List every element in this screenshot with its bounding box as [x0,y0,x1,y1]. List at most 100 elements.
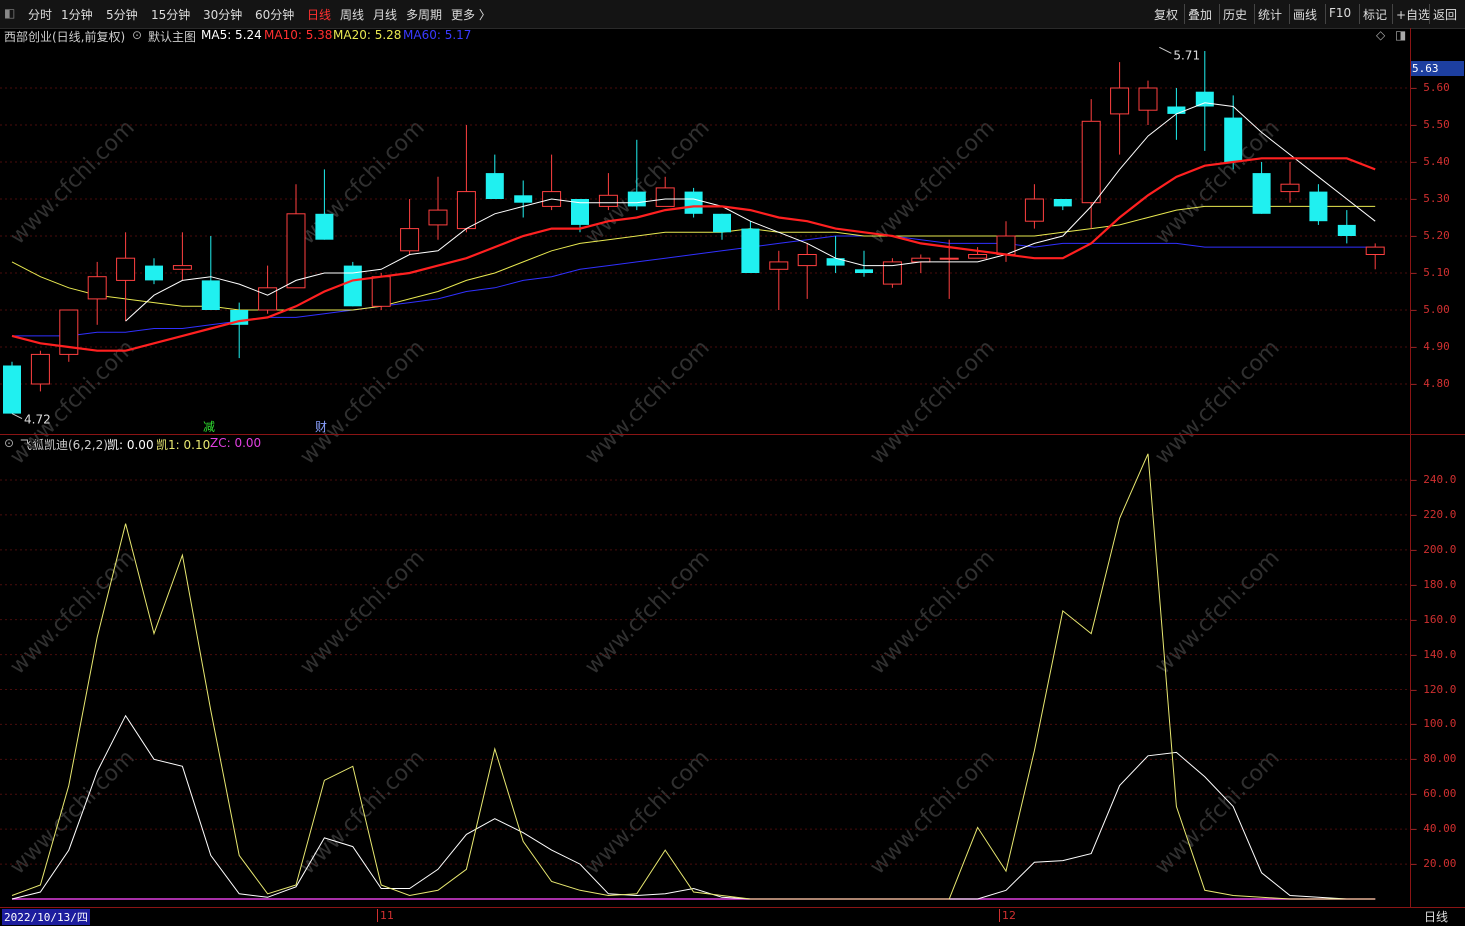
period-tab-2[interactable]: 5分钟 [106,6,138,23]
candle-body [3,365,21,414]
period-tab-9[interactable]: 多周期 [406,6,442,23]
candle [514,180,533,218]
candle [1309,184,1328,225]
indicator-tick: — 20.00 [1410,857,1457,871]
indicator-tick-label: 100.0 [1423,717,1457,731]
series-line-凯1 [11,453,1376,900]
period-tab-5[interactable]: 60分钟 [255,6,294,23]
candle [1252,162,1271,214]
candle-body [428,209,448,226]
candle-body [713,213,731,233]
price-tick-label: 4.90 [1423,340,1450,353]
collapse-icon[interactable]: ◧ [4,6,15,20]
price-tick-label: 5.60 [1423,81,1450,94]
candle-body [741,228,760,273]
template-icon[interactable]: ⊙ [132,28,142,42]
price-tick: — 5.60 [1410,81,1450,94]
indicator-tick: — 240.0 [1410,473,1457,486]
event-marker-finance: 财 [315,420,327,434]
candle [59,309,79,362]
candle [797,243,817,299]
indicator-tick: — 200.0 [1410,542,1457,556]
candle-body [315,213,334,240]
high-pointer [1159,46,1172,54]
period-toolbar: ◧ 分时 1分钟 5分钟 15分钟 30分钟 60分钟 日线 周线 月线 多周期 更多 〉 复权 叠加… [0,0,1465,29]
period-tab-7[interactable]: 周线 [340,6,364,23]
candle [315,169,334,240]
tool-button-0[interactable]: 复权 [1154,6,1178,23]
candle-body [797,254,817,267]
candle-body [1280,183,1300,193]
panel-divider [0,434,1465,435]
diamond-icon[interactable]: ◇ [1376,28,1385,42]
candle-body [598,194,618,207]
ma5-line [125,102,1376,322]
axis-border [1410,28,1411,908]
price-tick: — 5.00 [1410,303,1450,316]
candle [400,199,420,255]
tool-button-4[interactable]: 画线 [1293,6,1317,23]
candle [1365,243,1385,270]
template-name[interactable]: 默认主图 [148,28,196,45]
indicator-tick-label: 60.00 [1423,787,1457,801]
candle [201,236,220,310]
candle-body [1252,173,1271,214]
candle [87,261,107,325]
candle-body [258,287,278,311]
candle-body [911,257,931,263]
candle-body [400,228,420,252]
period-tab-0[interactable]: 分时 [28,6,52,23]
indicator-chart[interactable] [0,450,1410,905]
candle [1195,51,1214,151]
candle-body [514,195,533,203]
indicator-tick-label: 200.0 [1423,542,1457,556]
ma20-value: MA20: 5.28 [333,28,402,42]
tool-button-2[interactable]: 历史 [1223,6,1247,23]
period-tab-3[interactable]: 15分钟 [151,6,190,23]
candle-body [1138,87,1158,111]
candle [1337,210,1356,244]
candle-body [87,276,107,300]
tool-separator [1392,4,1393,24]
panel-toggle-icon[interactable]: ◨ [1395,28,1406,42]
candle [456,125,476,233]
ma5-value: MA5: 5.24 [201,28,262,42]
indicator-tick: — 140.0 [1410,647,1457,661]
tool-button-6[interactable]: 标记 [1363,6,1387,23]
tool-button-1[interactable]: 叠加 [1188,6,1212,23]
candle [116,232,136,322]
tool-separator [1359,4,1360,24]
candle-body [145,265,163,281]
period-tab-4[interactable]: 30分钟 [203,6,242,23]
candle [1138,80,1158,125]
period-tab-10[interactable]: 更多 〉 [451,6,491,23]
price-tick: — 5.30 [1410,192,1450,205]
period-tab-6[interactable]: 日线 [307,6,331,23]
candle-body [968,254,988,259]
indicator-tick-label: 180.0 [1423,577,1457,591]
candle-body [485,173,504,199]
candle-body [855,269,873,273]
candle-body [1309,191,1328,222]
price-tick: — 4.90 [1410,340,1450,353]
tool-button-5[interactable]: F10 [1329,6,1351,20]
tool-button-8[interactable]: 返回 [1433,6,1457,23]
candle [428,176,448,240]
candle [145,258,163,285]
price-tick-label: 5.10 [1423,266,1450,279]
candle [542,154,562,211]
price-chart[interactable]: 5.71 4.72 减 财 [0,45,1410,435]
stock-title: 西部创业(日线,前复权) [4,30,126,44]
candle-body [1224,117,1243,162]
price-tick: — 5.50 [1410,118,1450,131]
indicator-tick-label: 140.0 [1423,647,1457,661]
candle [911,254,931,273]
candle [684,187,703,218]
period-tab-8[interactable]: 月线 [373,6,397,23]
candle-body [201,280,220,310]
tool-button-3[interactable]: 统计 [1258,6,1282,23]
period-tab-1[interactable]: 1分钟 [61,6,93,23]
indicator-tick: — 120.0 [1410,682,1457,696]
tool-button-7[interactable]: +自选 [1396,6,1430,23]
period-label: 日线 [1424,910,1449,924]
